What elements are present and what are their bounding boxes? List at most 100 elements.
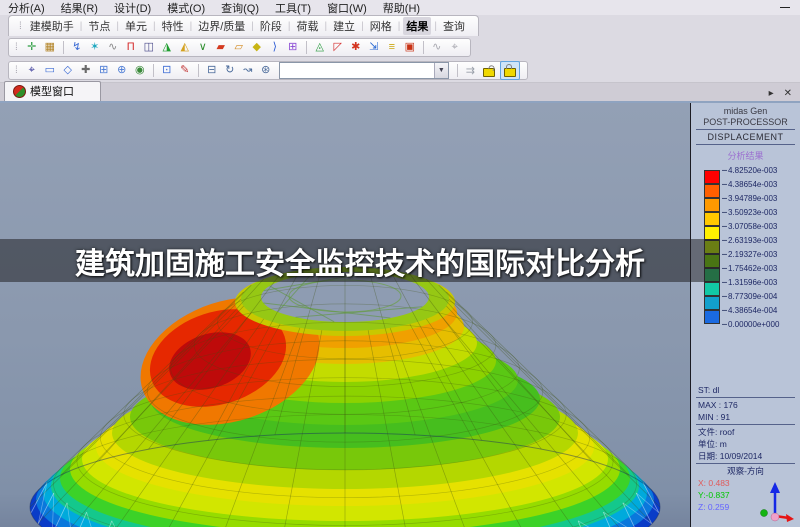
tab-close-button[interactable]: ✕: [784, 88, 792, 99]
divider: [696, 463, 795, 464]
toolbar-drag-handle[interactable]: ⁞: [15, 42, 18, 53]
menu-items: 分析(A) 结果(R) 设计(D) 模式(O) 查询(Q) 工具(T) 窗口(W) 帮助(H): [0, 0, 428, 16]
select-single-icon[interactable]: ⌖: [24, 63, 40, 78]
max-node-label: MAX : 176: [698, 400, 738, 410]
date-label: 日期: 10/09/2014: [698, 451, 763, 461]
model-window-tab[interactable]: 模型窗口: [4, 81, 101, 101]
mesh-grid-icon[interactable]: ⊞: [285, 40, 301, 55]
plate-stresses-icon[interactable]: ◆: [249, 40, 265, 55]
tab-separator: |: [434, 20, 437, 32]
legend-value: 2.19327e-003: [721, 249, 778, 259]
menu-item[interactable]: 帮助(H): [375, 0, 428, 16]
probe-result-icon[interactable]: ⌖: [447, 40, 463, 55]
model-3d-view[interactable]: [0, 103, 690, 527]
tab-separator: |: [397, 20, 401, 32]
frame-deform-icon[interactable]: Π: [123, 40, 139, 55]
tab-scroll-right-button[interactable]: ▸: [769, 88, 774, 99]
window-minimize-dash[interactable]: —: [780, 2, 790, 13]
rotate-view-icon[interactable]: ⊛: [258, 63, 274, 78]
unlock-model-button[interactable]: [480, 62, 498, 79]
animation-icon[interactable]: ◫: [141, 40, 157, 55]
legend-swatch: [704, 310, 720, 324]
post-processor-panel: midas Gen POST-PROCESSOR DISPLACEMENT 分析…: [690, 103, 800, 527]
min-node-label: MIN : 91: [698, 412, 731, 422]
ribbon-tab-8[interactable]: 建立: [330, 17, 358, 35]
zoom-window-icon[interactable]: ⊟: [204, 63, 220, 78]
file-label: 文件: roof: [698, 427, 735, 437]
curvature-icon[interactable]: ⟩: [267, 40, 283, 55]
select-volume-icon[interactable]: ⊕: [114, 63, 130, 78]
results-toolbar-panel: ⁞ ✛ ▦ ↯ ✶ ∿ Π ◫ ◮ ◭ ∨ ▰ ▱ ◆ ⟩ ⊞ ◬ ◸ ✱ ⇲ ≡ ▣ ∿ ⌖: [8, 37, 471, 57]
solid-stress-icon[interactable]: ◬: [312, 40, 328, 55]
deformed-shape-icon[interactable]: ↯: [69, 40, 85, 55]
toolbar-separator: [456, 63, 458, 77]
render-view-icon[interactable]: ▦: [42, 40, 58, 55]
dome-displacement-contour: [29, 267, 661, 527]
fly-over-icon[interactable]: ⇉: [466, 64, 475, 77]
axis-triad-icon: [760, 482, 794, 522]
chevron-down-icon[interactable]: ▼: [433, 62, 448, 78]
tab-separator: |: [251, 20, 254, 32]
select-intersect-icon[interactable]: ✚: [78, 63, 94, 78]
reaction-moments-icon[interactable]: ◭: [177, 40, 193, 55]
toolbar-separator: [62, 40, 64, 54]
tab-separator: |: [324, 20, 328, 32]
ribbon-tab-7[interactable]: 荷载: [294, 17, 322, 35]
zoom-fit-icon[interactable]: ↻: [222, 63, 238, 78]
midas-gen-logo-icon: [13, 84, 26, 98]
menu-bar: 分析(A) 结果(R) 设计(D) 模式(O) 查询(Q) 工具(T) 窗口(W) 帮助(H)…: [0, 0, 800, 15]
menu-item[interactable]: 结果(R): [53, 0, 106, 16]
select-all-icon[interactable]: ⊡: [159, 63, 175, 78]
ribbon-tab-1[interactable]: 建模助手: [27, 17, 77, 35]
strain-plot-icon[interactable]: ◸: [330, 40, 346, 55]
select-plane-icon[interactable]: ⊞: [96, 63, 112, 78]
midas-gen-window: 分析(A) 结果(R) 设计(D) 模式(O) 查询(Q) 工具(T) 窗口(W) 帮助(H)…: [0, 0, 800, 527]
select-polygon-icon[interactable]: ◇: [60, 63, 76, 78]
lock-open-icon: [483, 64, 496, 77]
beam-stresses-icon[interactable]: ▱: [231, 40, 247, 55]
legend-value: 2.63193e-003: [721, 235, 778, 245]
load-case-label: ST: dl: [698, 385, 720, 395]
solid-cut-icon[interactable]: ▣: [402, 40, 418, 55]
ribbon-tab-4[interactable]: 特性: [159, 17, 187, 35]
lock-model-button[interactable]: [500, 60, 520, 80]
ribbon-tab-2[interactable]: 节点: [85, 17, 113, 35]
ribbon-tab-10[interactable]: 结果: [403, 17, 432, 35]
ribbon-tab-6[interactable]: 阶段: [257, 17, 285, 35]
tab-separator: |: [79, 20, 83, 32]
legend-swatch: [704, 212, 720, 226]
ribbon-tab-3[interactable]: 单元: [122, 17, 150, 35]
toolbar-drag-handle[interactable]: ⁞: [15, 65, 18, 76]
stage-result-icon[interactable]: ✱: [348, 40, 364, 55]
toolbar-drag-handle[interactable]: ⁞: [19, 21, 22, 32]
ribbon-tab-11[interactable]: 查询: [440, 17, 468, 35]
result-info-block: ST: dl MAX : 176 MIN : 91 文件: roof 单位: m…: [691, 384, 800, 527]
menu-item[interactable]: 窗口(W): [319, 0, 375, 16]
named-selection-combobox[interactable]: ▼: [278, 61, 449, 79]
scale-factor-icon[interactable]: ⇲: [366, 40, 382, 55]
menu-item[interactable]: 查询(Q): [213, 0, 267, 16]
truss-forces-icon[interactable]: ∨: [195, 40, 211, 55]
ribbon-tab-5[interactable]: 边界/质量: [195, 17, 248, 35]
beam-diagrams-icon[interactable]: ▰: [213, 40, 229, 55]
works-tree-icon[interactable]: ✛: [24, 40, 40, 55]
pan-view-icon[interactable]: ↝: [240, 63, 256, 78]
reaction-forces-icon[interactable]: ◮: [159, 40, 175, 55]
layered-result-icon[interactable]: ≡: [384, 40, 400, 55]
menu-item[interactable]: 模式(O): [159, 0, 213, 16]
select-window-icon[interactable]: ▭: [42, 63, 58, 78]
select-group-icon[interactable]: ◉: [132, 63, 148, 78]
toolbar-separator: [305, 40, 307, 54]
legend-value: 0.00000e+000: [721, 319, 780, 329]
menu-item[interactable]: 工具(T): [267, 0, 319, 16]
menu-item[interactable]: 分析(A): [0, 0, 53, 16]
result-graph-icon[interactable]: ∿: [429, 40, 445, 55]
influence-line-icon[interactable]: ∿: [105, 40, 121, 55]
menu-item[interactable]: 设计(D): [106, 0, 159, 16]
legend-value: 3.50923e-003: [721, 207, 778, 217]
vibration-mode-icon[interactable]: ✶: [87, 40, 103, 55]
tab-separator: |: [153, 20, 156, 32]
lock-closed-icon: [504, 64, 516, 77]
ribbon-tab-9[interactable]: 网格: [367, 17, 395, 35]
unselect-all-icon[interactable]: ✎: [177, 63, 193, 78]
